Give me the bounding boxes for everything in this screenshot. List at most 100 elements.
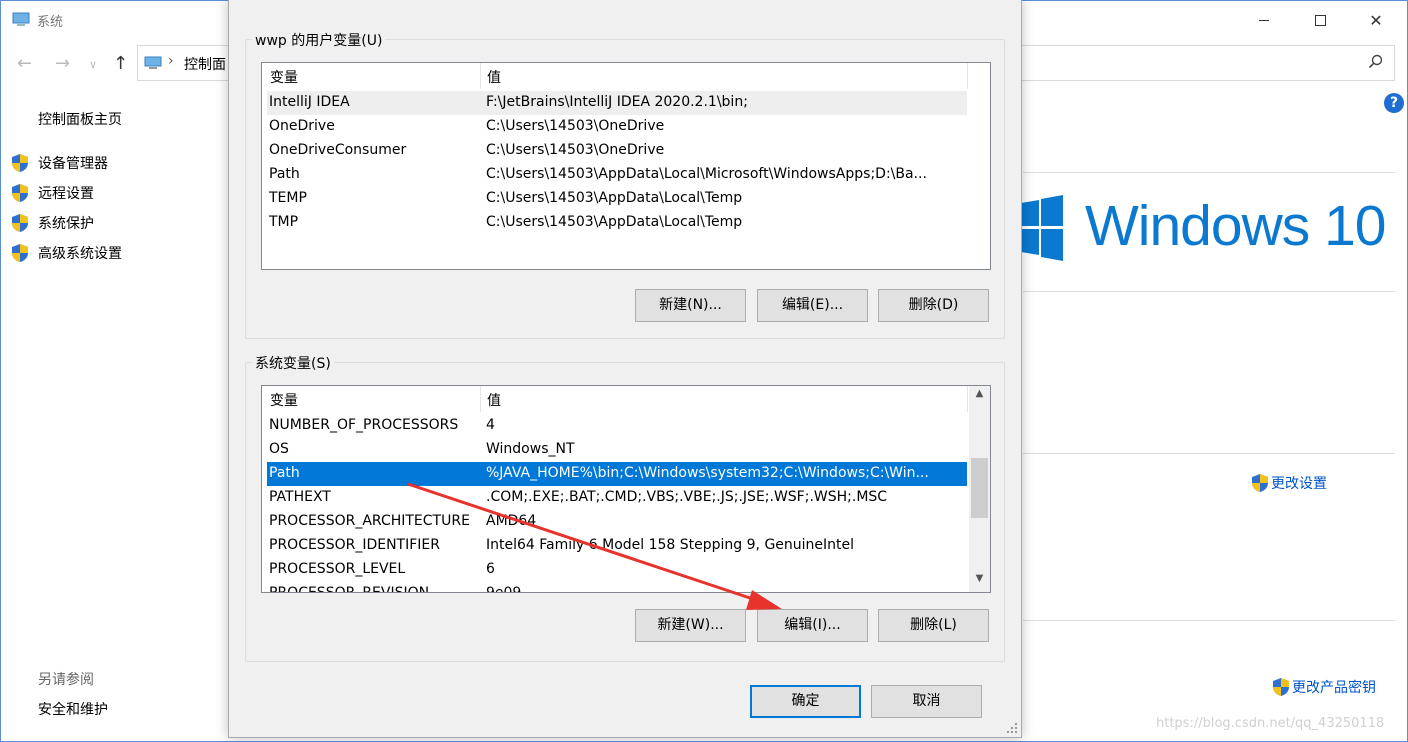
column-header-variable[interactable]: 变量 bbox=[270, 390, 298, 410]
list-header: 变量 值 bbox=[262, 63, 990, 89]
minimize-button[interactable] bbox=[1241, 5, 1287, 35]
sidebar-item-label: 高级系统设置 bbox=[38, 246, 122, 262]
variable-value: C:\Users\14503\OneDrive bbox=[486, 142, 665, 158]
minimize-icon bbox=[1259, 19, 1269, 21]
change-product-key-link[interactable]: 更改产品密钥 bbox=[1272, 677, 1376, 697]
variable-name: NUMBER_OF_PROCESSORS bbox=[269, 417, 459, 433]
shield-icon bbox=[12, 184, 28, 202]
divider bbox=[1023, 172, 1395, 173]
breadcrumb[interactable]: 控制面 bbox=[184, 54, 226, 74]
forward-arrow-icon[interactable]: → bbox=[55, 53, 70, 74]
variable-value: C:\Users\14503\AppData\Local\Temp bbox=[486, 214, 743, 230]
maximize-icon bbox=[1314, 14, 1326, 26]
variable-value: C:\Users\14503\OneDrive bbox=[486, 118, 665, 134]
system-variables-label: 系统变量(S) bbox=[252, 353, 334, 373]
close-button[interactable]: ✕ bbox=[1353, 5, 1399, 35]
sidebar-item-label: 设备管理器 bbox=[38, 156, 108, 172]
variable-name: PROCESSOR_IDENTIFIER bbox=[269, 537, 440, 553]
table-row[interactable]: IntelliJ IDEA F:\JetBrains\IntelliJ IDEA… bbox=[267, 91, 967, 115]
user-edit-button[interactable]: 编辑(E)... bbox=[757, 289, 868, 322]
system-edit-button[interactable]: 编辑(I)... bbox=[757, 609, 868, 642]
column-divider bbox=[480, 386, 481, 412]
close-icon: ✕ bbox=[1369, 10, 1383, 30]
variable-value: 6 bbox=[486, 561, 495, 577]
table-row[interactable]: PATHEXT .COM;.EXE;.BAT;.CMD;.VBS;.VBE;.J… bbox=[267, 486, 967, 510]
shield-icon bbox=[1273, 678, 1289, 696]
shield-icon bbox=[12, 154, 28, 172]
column-header-variable[interactable]: 变量 bbox=[270, 67, 298, 87]
list-header: 变量 值 bbox=[262, 386, 990, 412]
table-row[interactable]: PROCESSOR_IDENTIFIER Intel64 Family 6 Mo… bbox=[267, 534, 967, 558]
sidebar-item-device-manager[interactable]: 设备管理器 bbox=[11, 152, 108, 174]
variable-value: C:\Users\14503\AppData\Local\Temp bbox=[486, 190, 743, 206]
variable-value: Windows_NT bbox=[486, 441, 575, 457]
variable-value: %JAVA_HOME%\bin;C:\Windows\system32;C:\W… bbox=[486, 465, 929, 481]
user-variables-label: wwp 的用户变量(U) bbox=[252, 30, 386, 50]
change-settings-label: 更改设置 bbox=[1271, 476, 1327, 492]
divider bbox=[1023, 620, 1395, 621]
watermark: https://blog.csdn.net/qq_43250118 bbox=[1156, 716, 1385, 731]
variable-value: Intel64 Family 6 Model 158 Stepping 9, G… bbox=[486, 537, 855, 553]
chevron-down-icon[interactable]: ∨ bbox=[89, 58, 97, 71]
variable-name: OneDriveConsumer bbox=[269, 142, 407, 158]
user-new-button[interactable]: 新建(N)... bbox=[635, 289, 746, 322]
back-arrow-icon[interactable]: ← bbox=[17, 53, 32, 74]
sidebar-item-remote-settings[interactable]: 远程设置 bbox=[11, 182, 94, 204]
windows-logo-icon bbox=[1021, 195, 1063, 261]
environment-variables-dialog: wwp 的用户变量(U) 变量 值 IntelliJ IDEA F:\JetBr… bbox=[228, 0, 1022, 738]
control-panel-icon bbox=[144, 56, 162, 69]
table-row[interactable]: OneDrive C:\Users\14503\OneDrive bbox=[267, 115, 967, 139]
sidebar-item-advanced-settings[interactable]: 高级系统设置 bbox=[11, 242, 122, 264]
variable-value: AMD64 bbox=[486, 513, 537, 529]
variable-value: F:\JetBrains\IntelliJ IDEA 2020.2.1\bin; bbox=[486, 94, 748, 110]
up-arrow-icon[interactable]: ↑ bbox=[113, 53, 128, 74]
scroll-up-icon[interactable]: ▲ bbox=[969, 388, 990, 405]
shield-icon bbox=[1252, 474, 1268, 492]
maximize-button[interactable] bbox=[1297, 5, 1343, 35]
ok-button[interactable]: 确定 bbox=[750, 685, 861, 718]
search-icon[interactable] bbox=[1368, 54, 1384, 70]
shield-icon bbox=[12, 214, 28, 232]
user-variables-group: wwp 的用户变量(U) 变量 值 IntelliJ IDEA F:\JetBr… bbox=[245, 30, 1005, 339]
table-row[interactable]: PROCESSOR_LEVEL 6 bbox=[267, 558, 967, 582]
user-delete-button[interactable]: 删除(D) bbox=[878, 289, 989, 322]
windows-brand: Windows 10 bbox=[1085, 194, 1386, 258]
table-row[interactable]: NUMBER_OF_PROCESSORS 4 bbox=[267, 414, 967, 438]
resize-grip-icon[interactable] bbox=[1006, 722, 1018, 734]
sidebar-item-system-protection[interactable]: 系统保护 bbox=[11, 212, 94, 234]
scrollbar-thumb[interactable] bbox=[971, 458, 988, 518]
variable-name: PROCESSOR_ARCHITECTURE bbox=[269, 513, 470, 529]
chevron-right-icon: › bbox=[168, 53, 174, 69]
table-row[interactable]: TMP C:\Users\14503\AppData\Local\Temp bbox=[267, 211, 967, 235]
variable-name: Path bbox=[269, 465, 300, 481]
shield-icon bbox=[12, 244, 28, 262]
variable-value: 9e09 bbox=[486, 585, 522, 593]
help-icon[interactable]: ? bbox=[1384, 93, 1404, 113]
scroll-down-icon[interactable]: ▼ bbox=[969, 573, 990, 590]
table-row[interactable]: TEMP C:\Users\14503\AppData\Local\Temp bbox=[267, 187, 967, 211]
security-maintenance-link[interactable]: 安全和维护 bbox=[38, 699, 108, 719]
table-row-selected[interactable]: Path %JAVA_HOME%\bin;C:\Windows\system32… bbox=[267, 462, 967, 486]
window-title: 系统 bbox=[37, 15, 64, 30]
user-variables-list[interactable]: 变量 值 IntelliJ IDEA F:\JetBrains\IntelliJ… bbox=[261, 62, 991, 270]
variable-name: IntelliJ IDEA bbox=[269, 94, 350, 110]
system-delete-button[interactable]: 删除(L) bbox=[878, 609, 989, 642]
column-header-value[interactable]: 值 bbox=[487, 67, 501, 87]
vertical-scrollbar[interactable]: ▲ ▼ bbox=[969, 386, 990, 592]
table-row[interactable]: OS Windows_NT bbox=[267, 438, 967, 462]
table-row[interactable]: OneDriveConsumer C:\Users\14503\OneDrive bbox=[267, 139, 967, 163]
variable-name: Path bbox=[269, 166, 300, 182]
system-new-button[interactable]: 新建(W)... bbox=[635, 609, 746, 642]
variable-name: TMP bbox=[269, 214, 299, 230]
control-panel-home-link[interactable]: 控制面板主页 bbox=[38, 109, 122, 129]
system-variables-list[interactable]: 变量 值 NUMBER_OF_PROCESSORS 4 OS Windows_N… bbox=[261, 385, 991, 593]
table-row[interactable]: PROCESSOR_REVISION 9e09 bbox=[267, 582, 967, 593]
table-row[interactable]: Path C:\Users\14503\AppData\Local\Micros… bbox=[267, 163, 967, 187]
column-header-value[interactable]: 值 bbox=[487, 390, 501, 410]
variable-name: PROCESSOR_REVISION bbox=[269, 585, 430, 593]
table-row[interactable]: PROCESSOR_ARCHITECTURE AMD64 bbox=[267, 510, 967, 534]
change-settings-link[interactable]: 更改设置 bbox=[1251, 473, 1327, 493]
variable-name: OneDrive bbox=[269, 118, 335, 134]
variable-value: C:\Users\14503\AppData\Local\Microsoft\W… bbox=[486, 166, 927, 182]
cancel-button[interactable]: 取消 bbox=[871, 685, 982, 718]
